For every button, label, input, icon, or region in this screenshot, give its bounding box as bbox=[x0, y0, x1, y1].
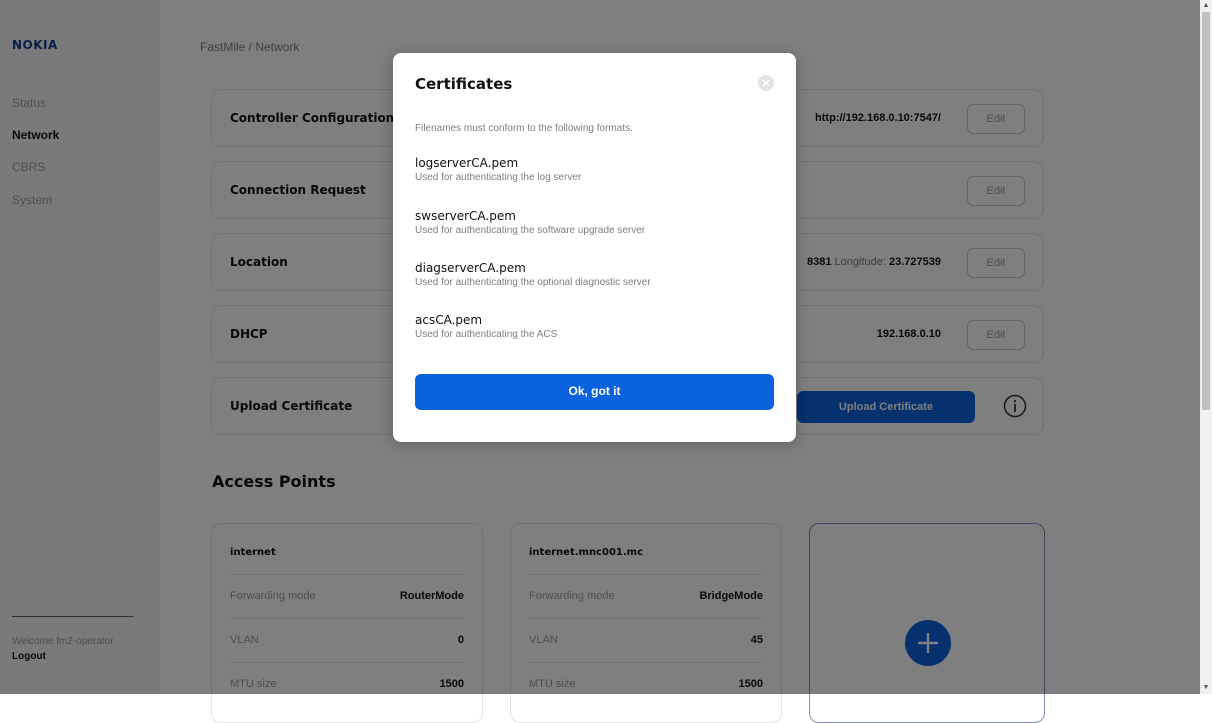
certificate-description: Used for authenticating the ACS bbox=[415, 329, 558, 340]
certificate-item: diagserverCA.pem Used for authenticating… bbox=[415, 261, 651, 288]
certificate-filename: diagserverCA.pem bbox=[415, 261, 526, 275]
page-scrollbar[interactable]: ▲ ▼ bbox=[1200, 0, 1212, 694]
certificate-filename: acsCA.pem bbox=[415, 313, 483, 327]
dialog-title: Certificates bbox=[415, 75, 513, 93]
certificate-description: Used for authenticating the software upg… bbox=[415, 225, 646, 236]
certificate-item: logserverCA.pem Used for authenticating … bbox=[415, 156, 581, 183]
scrollbar-thumb[interactable] bbox=[1202, 12, 1210, 410]
scroll-down-arrow-icon[interactable]: ▼ bbox=[1200, 682, 1212, 694]
scroll-up-arrow-icon[interactable]: ▲ bbox=[1200, 0, 1212, 12]
certificate-filename: logserverCA.pem bbox=[415, 156, 519, 170]
certificate-description: Used for authenticating the optional dia… bbox=[415, 277, 651, 288]
dialog-intro: Filenames must conform to the following … bbox=[415, 123, 633, 134]
close-icon[interactable] bbox=[758, 75, 774, 91]
ok-got-it-button[interactable]: Ok, got it bbox=[415, 374, 774, 410]
certificate-filename: swserverCA.pem bbox=[415, 209, 516, 223]
certificate-item: swserverCA.pem Used for authenticating t… bbox=[415, 209, 645, 236]
certificates-dialog: Certificates Filenames must conform to t… bbox=[393, 53, 796, 442]
certificate-description: Used for authenticating the log server bbox=[415, 172, 582, 183]
certificate-item: acsCA.pem Used for authenticating the AC… bbox=[415, 313, 557, 340]
